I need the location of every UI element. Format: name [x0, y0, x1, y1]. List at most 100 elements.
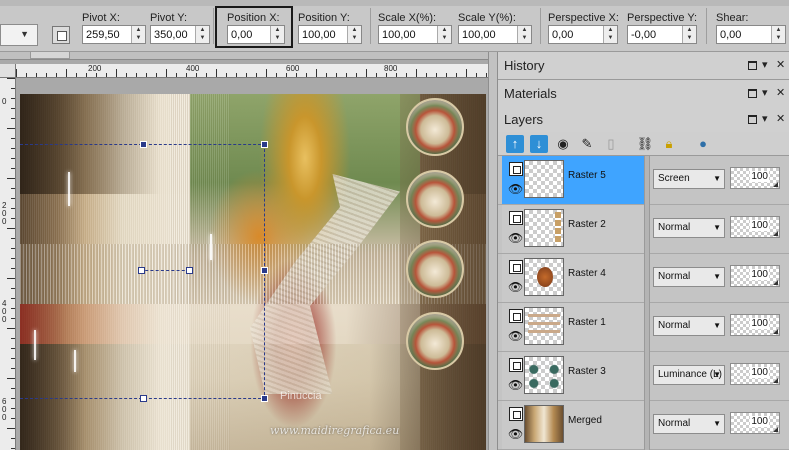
- transform-handle[interactable]: [261, 267, 268, 274]
- layer-name-cell[interactable]: 👁︎ Merged: [502, 401, 644, 449]
- pivot-handle[interactable]: [186, 267, 193, 274]
- ruler-tick: [11, 348, 15, 349]
- ruler-tick: [11, 308, 15, 309]
- shear-input[interactable]: [717, 26, 769, 43]
- perspective-y-stepper[interactable]: ▲ ▼: [682, 26, 696, 43]
- layer-properties-icon[interactable]: ●: [694, 135, 712, 153]
- medallion-image: [406, 312, 464, 370]
- ruler-tick: [256, 73, 257, 77]
- pivot-x-stepper[interactable]: ▲ ▼: [131, 26, 145, 43]
- position-y-field[interactable]: ▲▼: [298, 25, 362, 44]
- layer-name-cell[interactable]: 👁︎ Raster 5: [502, 156, 644, 204]
- eye-icon[interactable]: 👁︎: [508, 231, 523, 245]
- eye-icon[interactable]: 👁︎: [508, 378, 523, 392]
- blend-mode-select[interactable]: Screen ▼: [653, 169, 725, 189]
- lock-transparency-icon[interactable]: ▯: [602, 135, 620, 153]
- blend-mode-select[interactable]: Luminance (L) ▼: [653, 365, 725, 385]
- scale-y-field[interactable]: ▲▼: [458, 25, 532, 44]
- eye-icon[interactable]: 👁︎: [508, 427, 523, 441]
- ruler-tick: [446, 73, 447, 77]
- move-layer-up-icon[interactable]: ↑: [506, 135, 524, 153]
- close-icon[interactable]: ✕: [776, 112, 785, 125]
- layer-opacity[interactable]: 100: [730, 412, 780, 434]
- pivot-x-input[interactable]: [83, 26, 129, 43]
- transform-handle[interactable]: [140, 141, 147, 148]
- pivot-y-stepper[interactable]: ▲ ▼: [195, 26, 209, 43]
- perspective-x-input[interactable]: [549, 26, 601, 43]
- minimize-icon[interactable]: [748, 115, 757, 124]
- layers-palette-header[interactable]: Layers ▾ ✕: [498, 106, 789, 134]
- palette-menu-icon[interactable]: ▾: [762, 86, 768, 99]
- layer-opacity[interactable]: 100: [730, 167, 780, 189]
- toolbar-separator: [540, 8, 541, 44]
- artwork-canvas[interactable]: Pinuccia www.maidiregrafica.eu: [20, 94, 486, 450]
- ruler-tick: [26, 73, 27, 77]
- move-layer-down-icon[interactable]: ↓: [530, 135, 548, 153]
- rotation-handle[interactable]: [138, 267, 145, 274]
- eye-icon[interactable]: 👁︎: [508, 329, 523, 343]
- pivot-y-field[interactable]: ▲▼: [150, 25, 210, 44]
- shear-stepper[interactable]: ▲ ▼: [771, 26, 785, 43]
- document-tab-strip: [0, 52, 488, 60]
- panel-splitter[interactable]: [488, 52, 498, 450]
- scale-x-stepper[interactable]: ▲ ▼: [437, 26, 451, 43]
- opacity-value: 100: [750, 220, 769, 231]
- palette-menu-icon[interactable]: ▾: [762, 58, 768, 71]
- ruler-tick: [286, 73, 287, 77]
- blend-mode-select[interactable]: Normal ▼: [653, 218, 725, 238]
- palette-menu-icon[interactable]: ▾: [762, 112, 768, 125]
- eye-icon[interactable]: 👁︎: [508, 182, 523, 196]
- pivot-x-field[interactable]: ▲▼: [82, 25, 146, 44]
- perspective-x-stepper[interactable]: ▲ ▼: [603, 26, 617, 43]
- transform-handle[interactable]: [261, 141, 268, 148]
- materials-title: Materials: [504, 86, 557, 101]
- materials-palette-header[interactable]: Materials ▾ ✕: [498, 80, 789, 108]
- document-tab[interactable]: [30, 52, 70, 59]
- blend-mode-select[interactable]: Normal ▼: [653, 414, 725, 434]
- layer-name-cell[interactable]: 👁︎ Raster 4: [502, 254, 644, 302]
- layer-opacity[interactable]: 100: [730, 265, 780, 287]
- transform-handle[interactable]: [261, 395, 268, 402]
- layer-name-cell[interactable]: 👁︎ Raster 3: [502, 352, 644, 400]
- visibility-toggle-icon[interactable]: ◉: [554, 135, 572, 153]
- ruler-label: 400: [2, 299, 7, 324]
- link-icon[interactable]: ⛓: [636, 135, 654, 153]
- ruler-tick: [106, 73, 107, 77]
- layer-opacity[interactable]: 100: [730, 216, 780, 238]
- blend-mode-select[interactable]: Normal ▼: [653, 267, 725, 287]
- perspective-x-field[interactable]: ▲▼: [548, 25, 618, 44]
- ruler-tick: [486, 73, 487, 77]
- edit-layer-icon[interactable]: ✎: [578, 135, 596, 153]
- eye-icon[interactable]: 👁︎: [508, 280, 523, 294]
- minimize-icon[interactable]: [748, 89, 757, 98]
- lock-icon[interactable]: 🔒︎: [660, 135, 678, 153]
- minimize-icon[interactable]: [748, 61, 757, 70]
- scale-x-input[interactable]: [379, 26, 435, 43]
- layer-opacity[interactable]: 100: [730, 363, 780, 385]
- position-y-stepper[interactable]: ▲ ▼: [347, 26, 361, 43]
- ruler-tick: [176, 73, 177, 77]
- pivot-y-input[interactable]: [151, 26, 193, 43]
- pivot-line: [140, 270, 190, 271]
- position-y-input[interactable]: [299, 26, 345, 43]
- scale-y-input[interactable]: [459, 26, 515, 43]
- shear-field[interactable]: ▲▼: [716, 25, 786, 44]
- close-icon[interactable]: ✕: [776, 86, 785, 99]
- scale-y-stepper[interactable]: ▲ ▼: [517, 26, 531, 43]
- ruler-tick: [11, 248, 15, 249]
- layer-name-cell[interactable]: 👁︎ Raster 2: [502, 205, 644, 253]
- close-icon[interactable]: ✕: [776, 58, 785, 71]
- ruler-tick: [56, 73, 57, 77]
- ruler-tick: [126, 73, 127, 77]
- layer-name-cell[interactable]: 👁︎ Raster 1: [502, 303, 644, 351]
- perspective-y-input[interactable]: [628, 26, 680, 43]
- perspective-y-field[interactable]: ▲▼: [627, 25, 697, 44]
- scale-x-field[interactable]: ▲▼: [378, 25, 452, 44]
- blend-mode-select[interactable]: Normal ▼: [653, 316, 725, 336]
- pivot-reset-icon[interactable]: [52, 26, 70, 44]
- transform-handle[interactable]: [140, 395, 147, 402]
- layers-column-divider[interactable]: [644, 156, 650, 450]
- presets-dropdown[interactable]: ▼: [0, 24, 38, 46]
- layer-opacity[interactable]: 100: [730, 314, 780, 336]
- history-palette-header[interactable]: History ▾ ✕: [498, 52, 789, 80]
